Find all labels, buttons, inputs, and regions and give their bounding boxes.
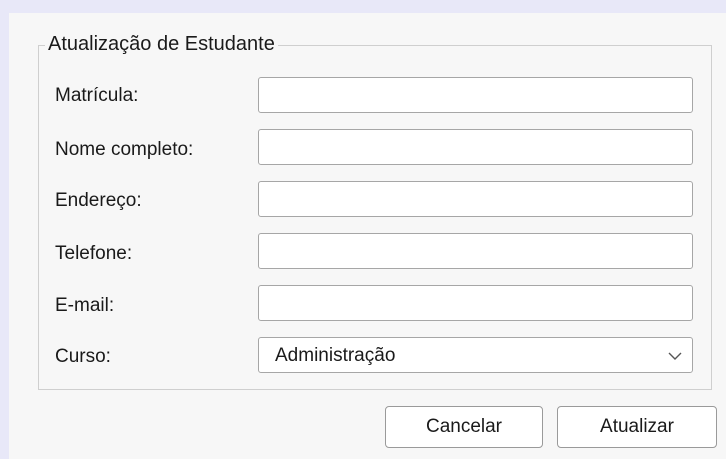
chevron-down-icon bbox=[668, 352, 682, 360]
update-button[interactable]: Atualizar bbox=[557, 406, 717, 448]
full-name-input[interactable] bbox=[258, 129, 693, 165]
full-name-label: Nome completo: bbox=[55, 139, 194, 160]
matricula-input[interactable] bbox=[258, 77, 693, 113]
phone-input[interactable] bbox=[258, 233, 693, 269]
email-input[interactable] bbox=[258, 285, 693, 321]
window-frame-left bbox=[0, 0, 9, 459]
phone-label: Telefone: bbox=[55, 243, 133, 264]
course-selected-value: Administração bbox=[275, 345, 396, 366]
matricula-label: Matrícula: bbox=[55, 85, 139, 106]
group-title: Atualização de Estudante bbox=[45, 31, 278, 57]
address-label: Endereço: bbox=[55, 190, 142, 211]
cancel-button[interactable]: Cancelar bbox=[385, 406, 543, 448]
window-frame-top bbox=[0, 0, 726, 13]
course-select[interactable]: Administração bbox=[258, 337, 693, 373]
address-input[interactable] bbox=[258, 181, 693, 217]
course-label: Curso: bbox=[55, 346, 111, 367]
email-label: E-mail: bbox=[55, 295, 115, 316]
